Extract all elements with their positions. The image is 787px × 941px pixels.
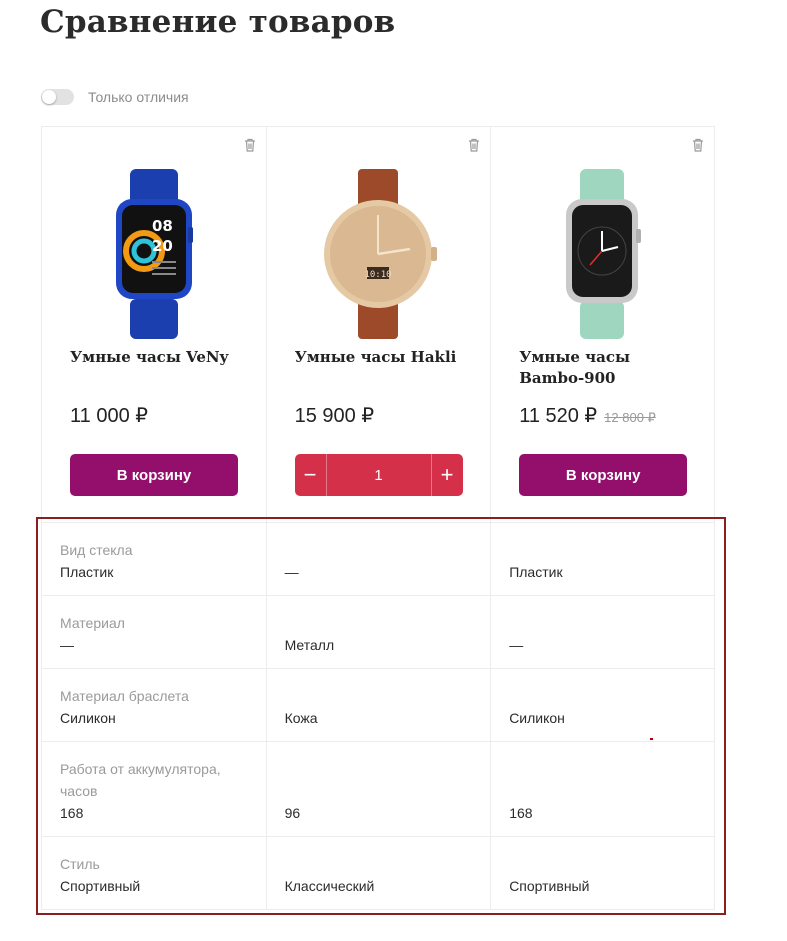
page-title: Сравнение товаров: [40, 4, 396, 40]
spec-cell: —: [490, 596, 715, 668]
trash-icon[interactable]: [691, 137, 705, 153]
increase-quantity-button[interactable]: +: [432, 454, 463, 496]
product-image[interactable]: 10:10: [267, 155, 491, 353]
product-image[interactable]: 08 20: [42, 155, 266, 353]
svg-text:08: 08: [152, 217, 173, 235]
spec-cell: Работа от аккумулятора, часов 168: [41, 742, 266, 836]
spec-value: 168: [60, 805, 84, 821]
spec-value: Спортивный: [60, 878, 141, 894]
spec-value: Силикон: [60, 710, 116, 726]
spec-value: 96: [284, 805, 301, 821]
svg-text:20: 20: [152, 237, 173, 255]
spec-value: Пластик: [60, 564, 114, 580]
product-cards: 08 20 Умные часы VeNy 11 000 ₽ В корзину: [41, 126, 715, 522]
product-image[interactable]: [491, 155, 714, 353]
spec-cell: Классический: [265, 837, 491, 909]
trash-icon[interactable]: [243, 137, 257, 153]
spec-cell: Вид стекла Пластик: [41, 523, 266, 595]
spec-value: Кожа: [284, 710, 318, 726]
spec-value: —: [284, 564, 299, 580]
spec-label: Материал браслета: [60, 688, 189, 704]
spec-value: 168: [509, 805, 533, 821]
product-card: 10:10 Умные часы Hakli 15 900 ₽ − 1 +: [265, 127, 491, 522]
spec-value: Пластик: [509, 564, 563, 580]
blue-smartwatch-image: 08 20: [115, 169, 193, 339]
svg-text:10:10: 10:10: [365, 270, 392, 280]
specs-table: Вид стекла Пластик — Пластик Материал — …: [41, 522, 715, 910]
gold-analog-watch-image: 10:10: [324, 169, 438, 339]
stray-mark: [650, 738, 653, 740]
decrease-quantity-button[interactable]: −: [295, 454, 326, 496]
toggle-switch[interactable]: [41, 89, 74, 105]
spec-row: Материал — Металл —: [41, 595, 715, 668]
spec-value: Силикон: [509, 710, 565, 726]
spec-value: —: [509, 637, 524, 653]
spec-label: Работа от аккумулятора, часов: [60, 761, 221, 799]
add-to-cart-button[interactable]: В корзину: [519, 454, 688, 496]
product-price: 11 520 ₽: [519, 405, 598, 427]
spec-value: Классический: [284, 878, 375, 894]
spec-cell: Пластик: [490, 523, 715, 595]
quantity-stepper[interactable]: − 1 +: [294, 454, 463, 496]
spec-cell: 96: [265, 742, 491, 836]
spec-cell: —: [265, 523, 491, 595]
product-card: Умные часы Bambo-900 11 520 ₽ 12 800 ₽ В…: [490, 127, 715, 522]
trash-icon[interactable]: [467, 137, 481, 153]
product-price: 15 900 ₽: [294, 405, 375, 427]
mint-smartwatch-image: [566, 169, 642, 339]
toggle-knob: [42, 90, 56, 104]
price-row: 11 000 ₽: [70, 403, 148, 428]
spec-cell: 168: [490, 742, 715, 836]
product-price: 11 000 ₽: [70, 405, 148, 427]
spec-label: Материал: [60, 615, 125, 631]
product-name[interactable]: Умные часы Bambo-900: [519, 347, 699, 389]
spec-label: Вид стекла: [60, 542, 133, 558]
old-price: 12 800 ₽: [604, 410, 656, 425]
add-to-cart-button[interactable]: В корзину: [70, 454, 238, 496]
price-row: 15 900 ₽: [295, 403, 374, 428]
product-card: 08 20 Умные часы VeNy 11 000 ₽ В корзину: [41, 127, 266, 522]
spec-row: Работа от аккумулятора, часов 168 96 168: [41, 741, 715, 836]
spec-row: Материал браслета Силикон Кожа Силикон: [41, 668, 715, 741]
spec-cell: Материал браслета Силикон: [41, 669, 266, 741]
spec-value: Металл: [284, 637, 335, 653]
spec-cell: Металл: [265, 596, 491, 668]
spec-cell: Кожа: [265, 669, 491, 741]
spec-cell: Стиль Спортивный: [41, 837, 266, 909]
spec-row: Стиль Спортивный Классический Спортивный: [41, 836, 715, 910]
spec-cell: Силикон: [490, 669, 715, 741]
spec-value: —: [60, 637, 74, 653]
spec-row: Вид стекла Пластик — Пластик: [41, 522, 715, 595]
spec-cell: Спортивный: [490, 837, 715, 909]
spec-label: Стиль: [60, 856, 100, 872]
product-name[interactable]: Умные часы Hakli: [295, 347, 475, 368]
spec-value: Спортивный: [509, 878, 590, 894]
only-differences-toggle[interactable]: Только отличия: [41, 89, 189, 105]
quantity-value[interactable]: 1: [325, 454, 432, 496]
price-row: 11 520 ₽ 12 800 ₽: [519, 403, 656, 428]
spec-cell: Материал —: [41, 596, 266, 668]
product-name[interactable]: Умные часы VeNy: [70, 347, 250, 368]
only-differences-label: Только отличия: [88, 89, 189, 105]
